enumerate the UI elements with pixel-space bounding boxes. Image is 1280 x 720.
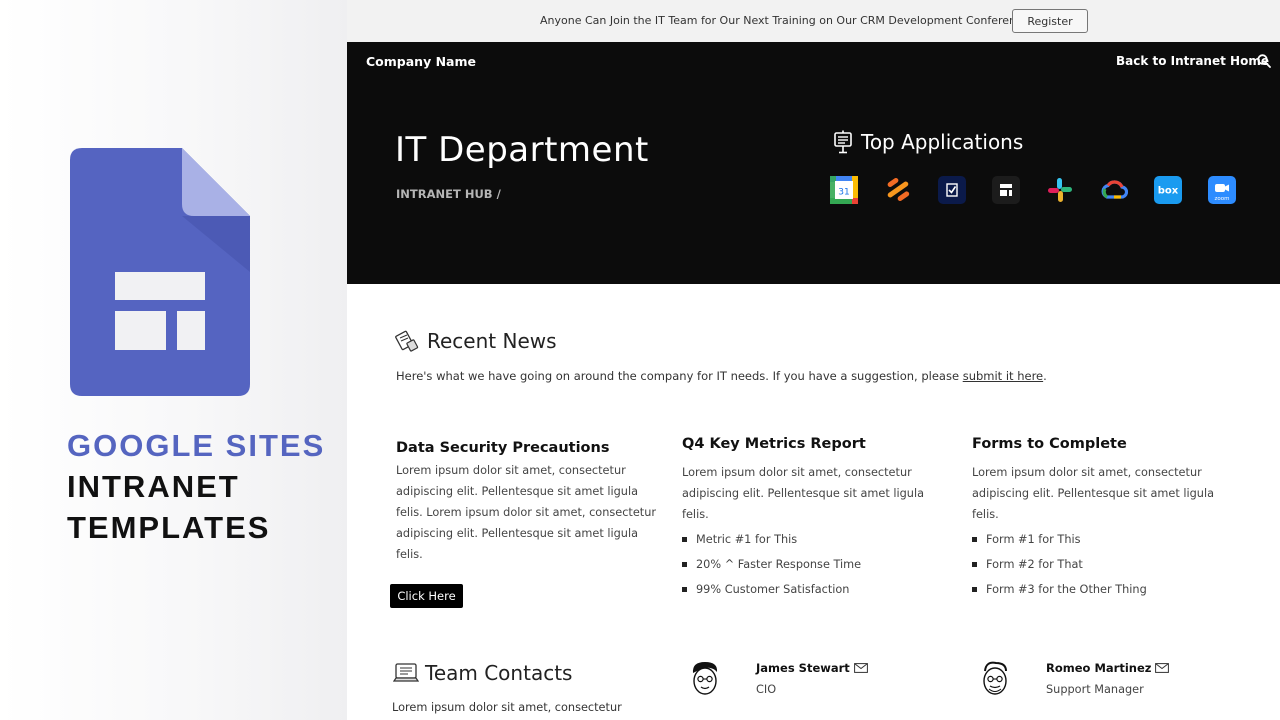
svg-text:31: 31	[838, 188, 849, 198]
zoom-icon[interactable]: zoom	[1208, 176, 1236, 204]
search-icon[interactable]	[1256, 53, 1272, 69]
recent-news-title: Recent News	[427, 329, 557, 353]
team-contacts-heading: Team Contacts	[393, 661, 572, 685]
news-card-q4-metrics: Q4 Key Metrics Report Lorem ipsum dolor …	[682, 436, 952, 602]
avatar	[983, 661, 1007, 695]
contact-role: CIO	[756, 683, 777, 696]
contact-card: James Stewart CIO	[688, 659, 868, 699]
contact-name-text: James Stewart	[756, 661, 850, 675]
list-item: 99% Customer Satisfaction	[682, 577, 952, 602]
recent-news-heading: Recent News	[395, 329, 557, 353]
email-icon[interactable]	[853, 663, 868, 673]
google-calendar-icon[interactable]: 31	[830, 176, 858, 204]
contact-role: Support Manager	[1046, 683, 1144, 696]
svg-text:zoom: zoom	[1215, 196, 1230, 202]
metrics-list: Metric #1 for This 20% ^ Faster Response…	[682, 527, 952, 602]
news-desc-text: Here's what we have going on around the …	[396, 369, 963, 383]
team-contacts-description: Lorem ipsum dolor sit amet, consectetur	[392, 701, 622, 714]
list-item: Metric #1 for This	[682, 527, 952, 552]
list-item[interactable]: Form #1 for This	[972, 527, 1242, 552]
asana-like-icon[interactable]	[884, 176, 912, 204]
contact-name: James Stewart	[756, 661, 868, 675]
google-cloud-icon[interactable]	[1100, 176, 1128, 204]
card-body: Lorem ipsum dolor sit amet, consectetur …	[396, 464, 657, 561]
company-name-link[interactable]: Company Name	[366, 54, 476, 69]
card-title: Q4 Key Metrics Report	[682, 436, 866, 452]
team-contacts-title: Team Contacts	[425, 661, 573, 685]
box-icon[interactable]: box	[1154, 176, 1182, 204]
promo-line-3: TEMPLATES	[67, 510, 271, 545]
hero-header: Company Name Back to Intranet Home IT De…	[347, 42, 1280, 284]
list-item[interactable]: Form #2 for That	[972, 552, 1242, 577]
slack-icon[interactable]	[1046, 176, 1074, 204]
promo-line-2: INTRANET	[67, 469, 240, 504]
click-here-button[interactable]: Click Here	[390, 584, 463, 608]
apps-row: 31 box zoom	[830, 176, 1236, 204]
announcement-text: Anyone Can Join the IT Team for Our Next…	[540, 14, 1029, 27]
back-to-intranet-link[interactable]: Back to Intranet Home	[1116, 54, 1269, 68]
submit-suggestion-link[interactable]: submit it here	[963, 369, 1043, 383]
news-desc-end: .	[1043, 369, 1047, 383]
list-item[interactable]: Form #3 for the Other Thing	[972, 577, 1242, 602]
promo-panel: GOOGLE SITES INTRANET TEMPLATES	[0, 0, 347, 720]
recent-news-description: Here's what we have going on around the …	[396, 369, 1047, 383]
top-apps-label: Top Applications	[861, 130, 1024, 154]
email-icon[interactable]	[1155, 663, 1170, 673]
top-apps-heading: Top Applications	[833, 130, 1023, 154]
card-title: Forms to Complete	[972, 436, 1127, 452]
breadcrumb[interactable]: INTRANET HUB /	[396, 187, 501, 201]
news-card-data-security: Data Security Precautions Lorem ipsum do…	[396, 440, 666, 565]
card-body: Lorem ipsum dolor sit amet, consectetur …	[682, 466, 925, 521]
page-title: IT Department	[395, 130, 649, 170]
contact-name: Romeo Martinez	[1046, 661, 1170, 675]
promo-line-1: GOOGLE SITES	[67, 428, 326, 463]
checkmark-app-icon[interactable]	[938, 176, 966, 204]
card-title: Data Security Precautions	[396, 440, 610, 456]
svg-text:box: box	[1158, 186, 1179, 197]
notion-like-icon[interactable]	[992, 176, 1020, 204]
google-sites-icon	[70, 148, 250, 396]
news-card-forms: Forms to Complete Lorem ipsum dolor sit …	[972, 436, 1242, 602]
announcement-bar: Anyone Can Join the IT Team for Our Next…	[347, 0, 1280, 42]
newspaper-icon	[395, 330, 419, 352]
contact-name-text: Romeo Martinez	[1046, 661, 1152, 675]
contact-card: Romeo Martinez Support Manager	[978, 659, 1170, 699]
contact-info: Romeo Martinez Support Manager	[1046, 661, 1170, 696]
register-button[interactable]: Register	[1012, 9, 1088, 33]
main-content: Recent News Here's what we have going on…	[347, 284, 1280, 720]
rolodex-icon	[393, 663, 419, 682]
list-item: 20% ^ Faster Response Time	[682, 552, 952, 577]
promo-title: GOOGLE SITES INTRANET TEMPLATES	[67, 425, 325, 548]
card-body: Lorem ipsum dolor sit amet, consectetur …	[972, 466, 1215, 521]
signboard-icon	[834, 130, 852, 154]
avatar	[692, 662, 718, 695]
forms-list: Form #1 for This Form #2 for That Form #…	[972, 527, 1242, 602]
contact-info: James Stewart CIO	[756, 661, 868, 696]
